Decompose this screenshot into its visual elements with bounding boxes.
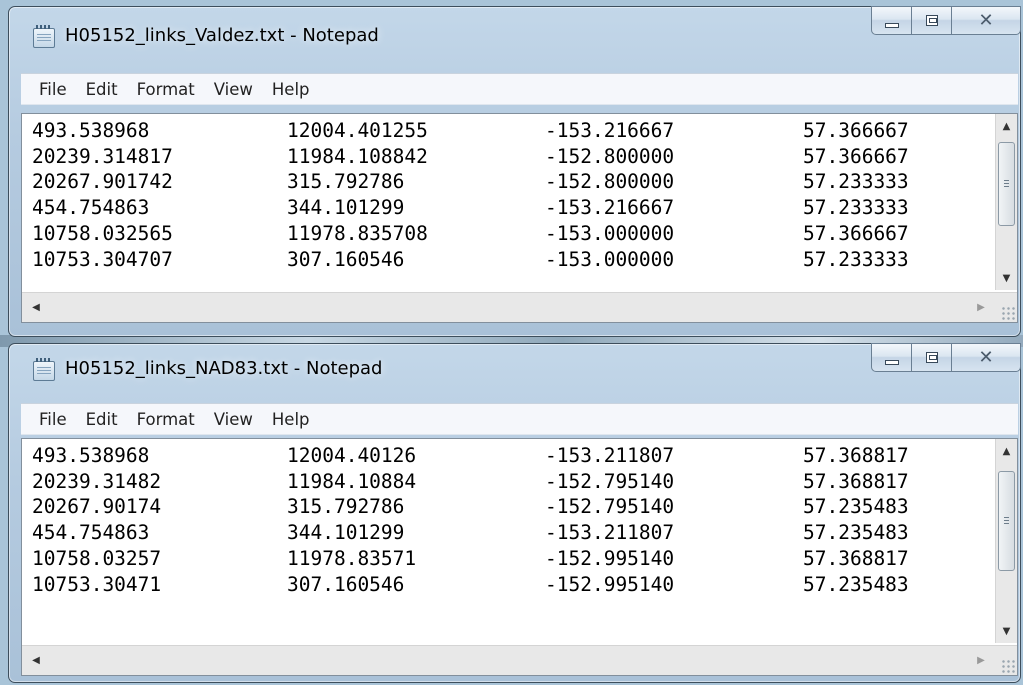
scroll-right-arrow-icon[interactable]: ▶ xyxy=(971,293,991,321)
vertical-scrollbar[interactable]: ▲ ▼ xyxy=(995,114,1017,290)
scroll-thumb[interactable] xyxy=(998,471,1015,571)
menu-format[interactable]: Format xyxy=(137,410,195,429)
grip-icon xyxy=(1004,517,1009,524)
notepad-window-nad83[interactable]: H05152_links_NAD83.txt - Notepad ✕ File … xyxy=(8,343,1021,683)
maximize-icon xyxy=(925,15,938,26)
menu-help[interactable]: Help xyxy=(272,410,310,429)
text-line: 20239.314817 11984.108842 -152.800000 57.36… xyxy=(32,144,909,168)
text-line: 10753.304707 307.160546 -153.000000 57.2333… xyxy=(32,247,909,271)
minimize-button[interactable] xyxy=(871,6,911,35)
scroll-down-arrow-icon[interactable]: ▼ xyxy=(996,621,1017,641)
title-bar[interactable]: H05152_links_NAD83.txt - Notepad ✕ xyxy=(9,343,1021,388)
text-line: 493.538968 12004.401255 -153.216667 57.3666… xyxy=(32,119,909,142)
title-bar[interactable]: H05152_links_Valdez.txt - Notepad ✕ xyxy=(9,6,1021,51)
vertical-scrollbar[interactable]: ▲ ▼ xyxy=(995,439,1017,643)
text-content[interactable]: 493.538968 12004.40126 -153.211807 57.36881… xyxy=(32,443,963,597)
grip-icon xyxy=(1004,180,1009,187)
maximize-button[interactable] xyxy=(911,6,951,35)
menu-help[interactable]: Help xyxy=(272,80,310,99)
notepad-icon[interactable] xyxy=(33,25,55,48)
window-title: H05152_links_Valdez.txt - Notepad xyxy=(65,25,379,46)
notepad-icon[interactable] xyxy=(33,358,55,381)
resize-grip-icon[interactable] xyxy=(1001,306,1015,320)
horizontal-scrollbar[interactable]: ◀ ▶ xyxy=(22,292,1017,322)
resize-grip-icon[interactable] xyxy=(1001,659,1015,673)
text-line: 10753.30471 307.160546 -152.995140 57.23548… xyxy=(32,572,909,596)
close-button[interactable]: ✕ xyxy=(951,343,1021,372)
menu-file[interactable]: File xyxy=(39,80,67,99)
text-content[interactable]: 493.538968 12004.401255 -153.216667 57.3666… xyxy=(32,118,963,272)
text-line: 493.538968 12004.40126 -153.211807 57.36881… xyxy=(32,444,909,467)
menu-edit[interactable]: Edit xyxy=(86,410,118,429)
scroll-down-arrow-icon[interactable]: ▼ xyxy=(996,268,1017,288)
text-editor[interactable]: 493.538968 12004.401255 -153.216667 57.3666… xyxy=(21,113,1018,323)
close-icon: ✕ xyxy=(978,347,994,368)
scroll-up-arrow-icon[interactable]: ▲ xyxy=(996,441,1017,461)
scroll-right-arrow-icon[interactable]: ▶ xyxy=(971,646,991,674)
text-line: 454.754863 344.101299 -153.211807 57.235483 xyxy=(32,521,909,545)
maximize-button[interactable] xyxy=(911,343,951,372)
text-line: 20267.901742 315.792786 -152.800000 57.2333… xyxy=(32,170,909,194)
menu-view[interactable]: View xyxy=(214,80,253,99)
text-line: 20267.90174 315.792786 -152.795140 57.23548… xyxy=(32,495,909,519)
notepad-window-valdez[interactable]: H05152_links_Valdez.txt - Notepad ✕ File… xyxy=(8,6,1021,337)
window-title: H05152_links_NAD83.txt - Notepad xyxy=(65,358,383,379)
close-icon: ✕ xyxy=(978,10,994,31)
menu-file[interactable]: File xyxy=(39,410,67,429)
menu-edit[interactable]: Edit xyxy=(86,80,118,99)
minimize-button[interactable] xyxy=(871,343,911,372)
scroll-left-arrow-icon[interactable]: ◀ xyxy=(26,646,46,674)
maximize-icon xyxy=(925,352,938,363)
minimize-icon xyxy=(884,360,899,365)
text-line: 20239.31482 11984.10884 -152.795140 57.3688… xyxy=(32,469,909,493)
menu-format[interactable]: Format xyxy=(137,80,195,99)
minimize-icon xyxy=(884,23,899,28)
scroll-left-arrow-icon[interactable]: ◀ xyxy=(26,293,46,321)
menu-view[interactable]: View xyxy=(214,410,253,429)
scroll-up-arrow-icon[interactable]: ▲ xyxy=(996,116,1017,136)
horizontal-scrollbar[interactable]: ◀ ▶ xyxy=(22,645,1017,675)
text-line: 10758.032565 11978.835708 -153.000000 57.36… xyxy=(32,221,909,245)
scroll-thumb[interactable] xyxy=(998,142,1015,226)
menu-bar: File Edit Format View Help xyxy=(21,403,1018,435)
text-editor[interactable]: 493.538968 12004.40126 -153.211807 57.36881… xyxy=(21,438,1018,676)
menu-bar: File Edit Format View Help xyxy=(21,73,1018,105)
text-line: 10758.03257 11978.83571 -152.995140 57.3688… xyxy=(32,546,909,570)
close-button[interactable]: ✕ xyxy=(951,6,1021,35)
text-line: 454.754863 344.101299 -153.216667 57.233333 xyxy=(32,196,909,220)
